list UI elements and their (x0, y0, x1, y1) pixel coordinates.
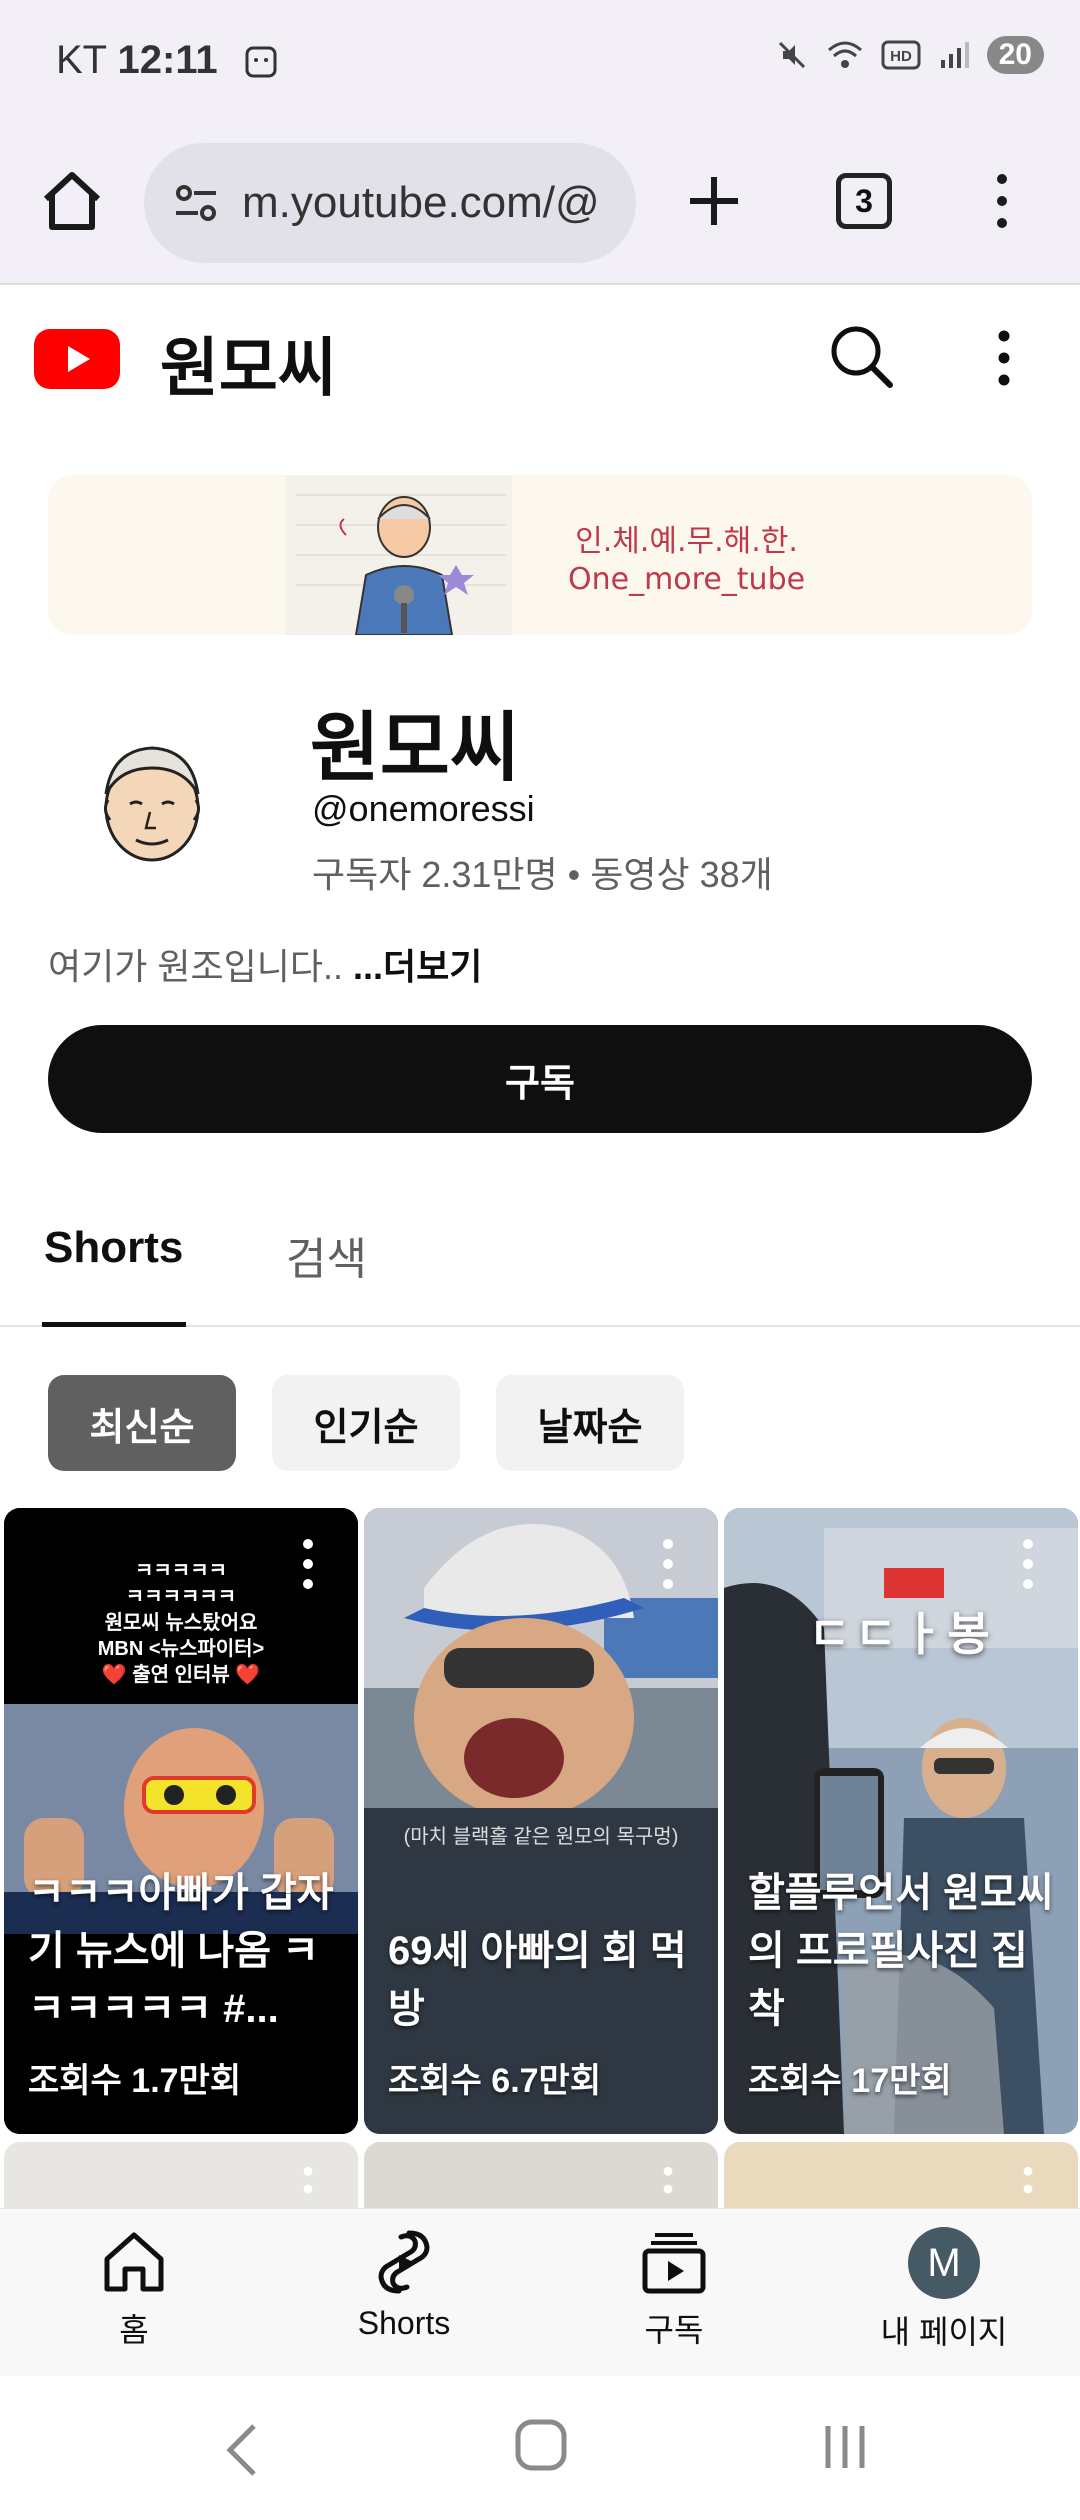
short-title: 할플루언서 원모씨의 프로필사진 집착 (748, 1871, 1054, 2031)
home-button-icon[interactable] (514, 2418, 568, 2472)
user-avatar: M (908, 2227, 980, 2299)
short-title: 69세 아빠의 회 먹방 (388, 1929, 687, 2031)
overlay-line: 원모씨 뉴스탔어요 (104, 1612, 258, 1634)
signal-icon (940, 42, 969, 68)
short-more-icon[interactable] (662, 2166, 674, 2212)
tab-shorts[interactable]: Shorts (44, 1223, 183, 1273)
short-overlay-text: ㄷㄷㅏ봉 (724, 1598, 1078, 1664)
banner-text: 인.체.예.무.해.한. One_more_tube (568, 523, 805, 599)
active-tab-indicator (42, 1322, 186, 1327)
short-more-icon[interactable] (302, 1538, 314, 1590)
more-options-icon[interactable] (992, 327, 1016, 389)
channel-stats: 구독자 2.31만명 • 동영상 38개 (312, 854, 773, 895)
nav-home-label: 홈 (119, 2312, 149, 2348)
short-more-icon[interactable] (1022, 1538, 1034, 1590)
status-carrier-time: KT 12:11 (56, 38, 279, 83)
battery-level: 20 (986, 36, 1044, 74)
url-text: m.youtube.com/@ (242, 178, 600, 227)
short-more-icon[interactable] (1022, 2166, 1034, 2212)
overlay-line: (마치 블랙홀 같은 원모의 목구멍) (403, 1826, 679, 1848)
short-card-partial[interactable] (364, 2142, 718, 2212)
more-link[interactable]: ...더보기 (353, 946, 482, 987)
shorts-icon (378, 2230, 430, 2294)
short-card[interactable]: (마치 블랙홀 같은 원모의 목구멍) 69세 아빠의 회 먹방 조회수 6.7… (364, 1508, 718, 2134)
short-card[interactable]: ㅋㅋㅋㅋㅋ ㅋㅋㅋㅋㅋㅋ 원모씨 뉴스탔어요 MBN <뉴스파이터> ❤️ 출연… (4, 1508, 358, 2134)
short-views: 조회수 1.7만회 (28, 2062, 242, 2100)
short-more-icon[interactable] (302, 2166, 314, 2212)
home-icon (104, 2232, 164, 2292)
banner-line-2: One_more_tube (568, 562, 806, 597)
mute-icon (778, 41, 805, 69)
nav-subscriptions[interactable]: 구독 (574, 2227, 774, 2367)
channel-tabs: Shorts 검색 (0, 1185, 1080, 1327)
channel-description[interactable]: 여기가 원조입니다.. ...더보기 (48, 938, 482, 990)
nav-shorts[interactable]: Shorts (304, 2227, 504, 2367)
short-more-icon[interactable] (662, 1538, 674, 1590)
short-views: 조회수 6.7만회 (388, 2062, 602, 2100)
overlay-line: ㄷㄷㅏ봉 (808, 1608, 994, 1660)
hd-icon: HD (881, 40, 921, 70)
svg-text:HD: HD (890, 48, 912, 65)
youtube-header: 원모씨 (0, 287, 1080, 427)
clock: 12:11 (117, 38, 218, 82)
channel-handle: @onemoressi (312, 788, 535, 829)
nav-shorts-label: Shorts (357, 2305, 451, 2341)
chip-latest[interactable]: 최신순 (48, 1375, 236, 1471)
overlay-line: ❤️ 출연 인터뷰 ❤️ (101, 1664, 261, 1686)
description-text: 여기가 원조입니다.. (48, 946, 353, 987)
bottom-navigation: 홈 Shorts 구독 M 내 페이지 (0, 2208, 1080, 2376)
nav-home[interactable]: 홈 (34, 2227, 234, 2367)
status-icons: HD 20 (775, 36, 1044, 74)
tab-search[interactable]: 검색 (286, 1223, 367, 1287)
channel-banner[interactable]: 인.체.예.무.해.한. One_more_tube (48, 475, 1032, 635)
screenshot-icon (245, 46, 277, 78)
short-title: ㅋㅋㅋ아빠가 갑자기 뉴스에 나옴 ㅋㅋㅋㅋㅋㅋ #... (28, 1871, 334, 2031)
channel-avatar[interactable] (72, 720, 232, 880)
carrier-label: KT (56, 38, 107, 82)
new-tab-icon[interactable] (682, 169, 746, 233)
short-card-partial[interactable] (724, 2142, 1078, 2212)
back-icon[interactable] (222, 2422, 262, 2478)
short-card-partial[interactable] (4, 2142, 358, 2212)
site-settings-icon[interactable] (170, 177, 222, 229)
nav-my-page-label: 내 페이지 (880, 2314, 1008, 2350)
banner-line-1: 인.체.예.무.해.한. (575, 524, 798, 559)
channel-name: 원모씨 (310, 706, 520, 791)
address-bar[interactable]: m.youtube.com/@ (144, 143, 636, 263)
subscribe-button[interactable]: 구독 (48, 1025, 1032, 1133)
system-navigation-bar (0, 2376, 1080, 2520)
short-card[interactable]: ㄷㄷㅏ봉 할플루언서 원모씨의 프로필사진 집착 조회수 17만회 (724, 1508, 1078, 2134)
status-bar: KT 12:11 HD 20 (0, 0, 1080, 125)
recents-icon[interactable] (820, 2422, 870, 2472)
wifi-icon (827, 41, 862, 68)
browser-toolbar: m.youtube.com/@ 3 (0, 125, 1080, 285)
tab-switcher-button[interactable]: 3 (836, 173, 892, 229)
subscriptions-icon (642, 2233, 706, 2294)
nav-subscriptions-label: 구독 (644, 2312, 704, 2348)
nav-my-page[interactable]: M 내 페이지 (844, 2227, 1044, 2367)
short-overlay-text: (마치 블랙홀 같은 원모의 목구멍) (364, 1820, 718, 1849)
overlay-line: MBN <뉴스파이터> (97, 1638, 265, 1660)
browser-menu-icon[interactable] (990, 169, 1014, 233)
chip-oldest[interactable]: 날짜순 (496, 1375, 684, 1471)
short-views: 조회수 17만회 (748, 2062, 952, 2100)
banner-illustration (286, 475, 512, 635)
youtube-logo-icon[interactable] (34, 329, 120, 389)
browser-home-icon[interactable] (38, 167, 106, 235)
chip-popular[interactable]: 인기순 (272, 1375, 460, 1471)
search-icon[interactable] (826, 321, 896, 391)
header-channel-title: 원모씨 (160, 332, 337, 404)
